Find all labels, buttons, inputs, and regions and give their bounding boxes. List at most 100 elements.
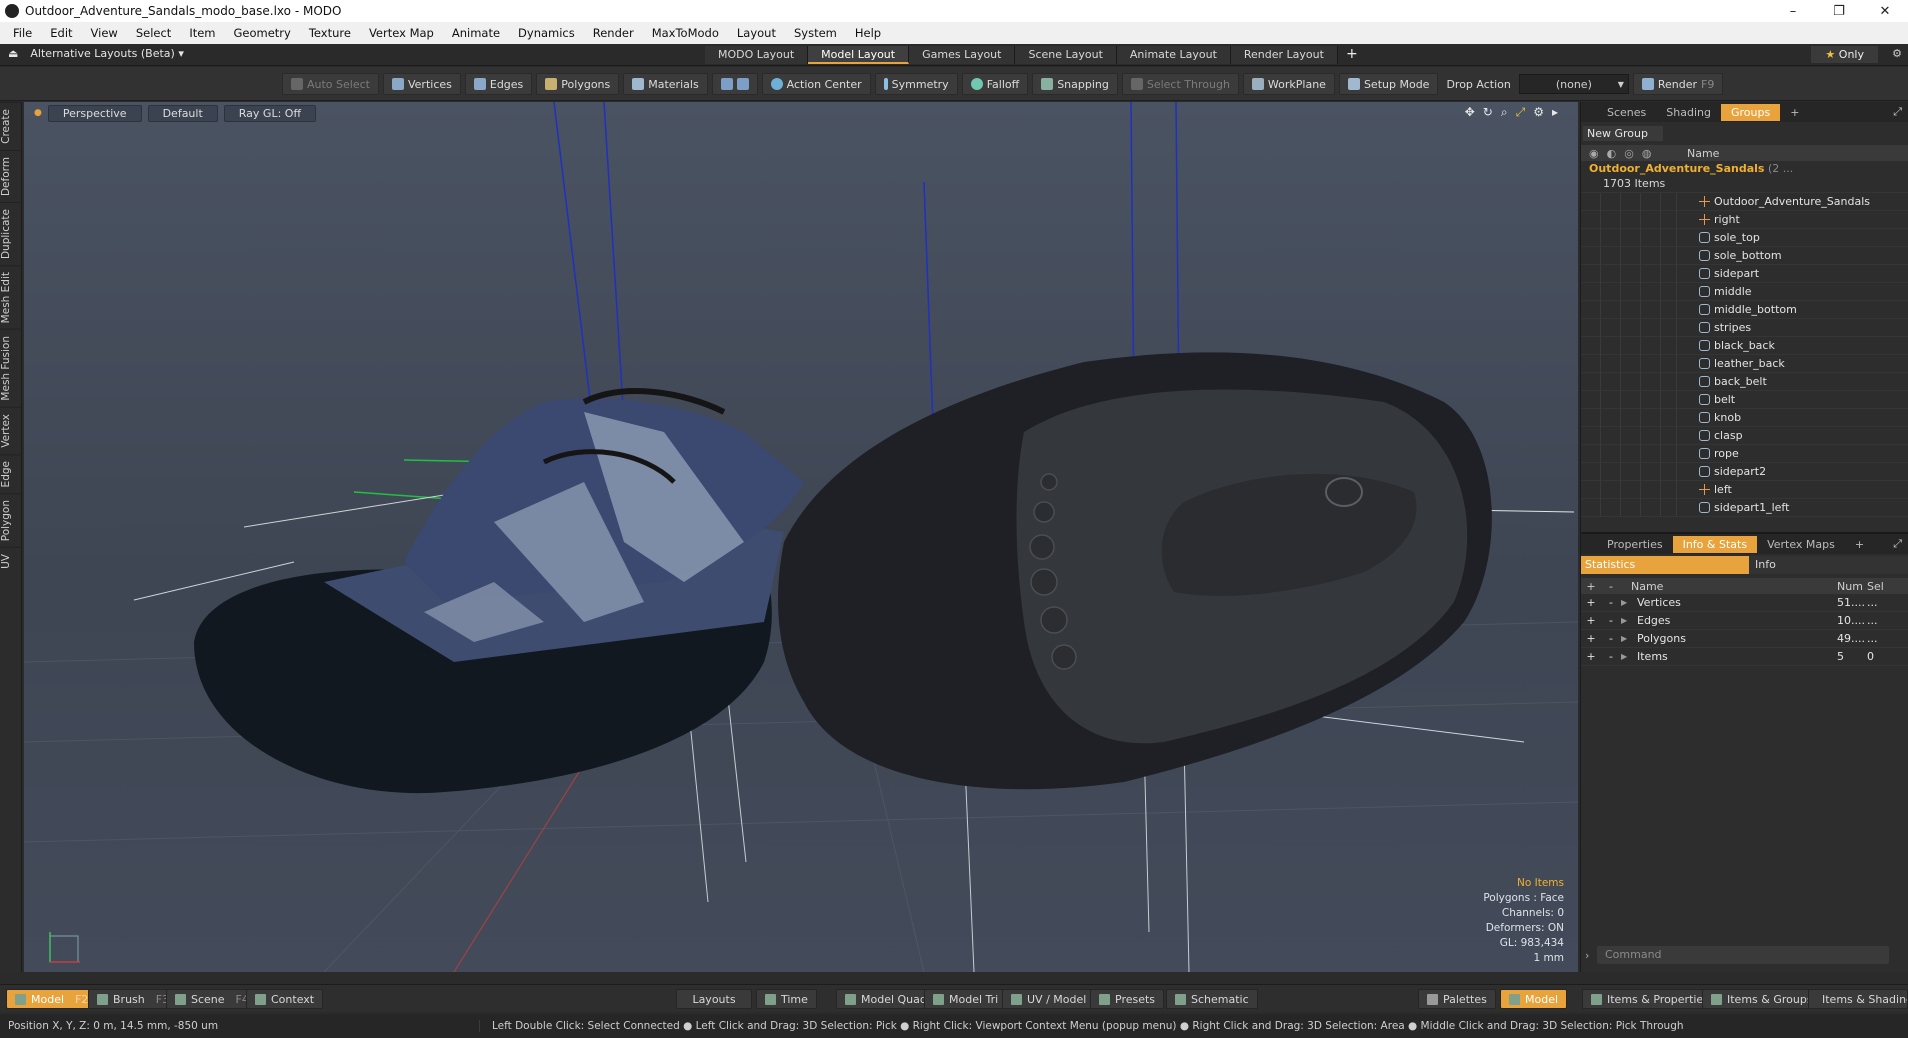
group-item-row[interactable]: stripes (1581, 318, 1908, 337)
menu-view[interactable]: View (82, 26, 127, 40)
presets-button[interactable]: Presets (1090, 989, 1165, 1009)
edges-button[interactable]: Edges (464, 73, 533, 95)
zoom-view-icon[interactable]: ⌕ (1501, 105, 1508, 120)
fit-view-icon[interactable]: ⤢ (1516, 105, 1526, 120)
menu-dynamics[interactable]: Dynamics (509, 26, 584, 40)
group-item-row[interactable]: Outdoor_Adventure_Sandals (1581, 192, 1908, 211)
menu-item[interactable]: Item (180, 26, 224, 40)
tab-shading[interactable]: Shading (1656, 104, 1721, 121)
model-mode-button[interactable]: Model F2 (6, 989, 98, 1009)
new-group-button[interactable]: New Group (1583, 126, 1663, 141)
schematic-button[interactable]: Schematic (1166, 989, 1258, 1009)
items-properties-button[interactable]: Items & Properties (1582, 989, 1718, 1009)
tab-vertex[interactable]: Vertex (0, 406, 22, 454)
tab-scene-layout[interactable]: Scene Layout (1015, 46, 1117, 64)
model-layout-button[interactable]: Model (1500, 989, 1568, 1009)
scene-mode-button[interactable]: Scene F4 (166, 989, 258, 1009)
expand-props-icon[interactable]: ⤢ (1893, 537, 1908, 551)
tab-properties[interactable]: Properties (1597, 536, 1673, 553)
stats-row[interactable]: + - ▶ Polygons 49....... (1581, 630, 1908, 648)
menu-layout[interactable]: Layout (728, 26, 785, 40)
group-item-row[interactable]: middle_bottom (1581, 300, 1908, 319)
group-item-row[interactable]: sole_top (1581, 228, 1908, 247)
context-button[interactable]: Context (246, 989, 324, 1009)
group-item-row[interactable]: sole_bottom (1581, 246, 1908, 265)
tab-duplicate[interactable]: Duplicate (0, 201, 22, 265)
add-layout-button[interactable]: + (1338, 46, 1366, 64)
group-item-row[interactable]: leather_back (1581, 354, 1908, 373)
model-quad-button[interactable]: Model Quad (836, 989, 936, 1009)
expand-row-icon[interactable]: + (1581, 596, 1601, 609)
lock-icon[interactable]: ◐ (1607, 147, 1617, 160)
expand-panel-icon[interactable]: ⤢ (1893, 105, 1908, 119)
tab-deform[interactable]: Deform (0, 149, 22, 202)
model-tri-button[interactable]: Model Tri (924, 989, 1008, 1009)
add-props-tab-button[interactable]: + (1845, 536, 1874, 553)
items-groups-button[interactable]: Items & Groups (1702, 989, 1822, 1009)
tab-uv[interactable]: UV (0, 547, 22, 576)
raygl-toggle[interactable]: Ray GL: Off (223, 104, 317, 122)
collapse-row-icon[interactable]: - (1601, 614, 1621, 627)
tab-mesh-edit[interactable]: Mesh Edit (0, 264, 22, 330)
menu-edit[interactable]: Edit (41, 26, 81, 40)
stats-row[interactable]: + - ▶ Vertices 51....... (1581, 594, 1908, 612)
stats-row[interactable]: + - ▶ Edges 10....... (1581, 612, 1908, 630)
subtab-statistics[interactable]: Statistics (1581, 556, 1749, 574)
minimize-button[interactable]: – (1770, 4, 1816, 19)
tab-groups[interactable]: Groups (1720, 103, 1781, 121)
drop-action-select[interactable]: (none) ▼ (1518, 74, 1629, 94)
rotate-view-icon[interactable]: ↻ (1483, 105, 1493, 120)
layout-lock-icon[interactable]: ⏏ (8, 47, 18, 60)
menu-system[interactable]: System (785, 26, 846, 40)
items-shading-button[interactable]: Items & Shading (1808, 989, 1908, 1009)
gear-icon[interactable]: ⚙ (1892, 47, 1902, 60)
disclosure-arrow-icon[interactable]: ▶ (1621, 598, 1637, 607)
tab-create[interactable]: Create (0, 102, 22, 150)
3d-viewport[interactable]: ● Perspective Default Ray GL: Off ✥ ↻ ⌕ … (24, 102, 1578, 972)
group-item-row[interactable]: knob (1581, 408, 1908, 427)
tab-model-layout[interactable]: Model Layout (808, 46, 910, 64)
menu-vertex-map[interactable]: Vertex Map (360, 26, 443, 40)
group-item-row[interactable]: sidepart (1581, 264, 1908, 283)
add-panel-tab-button[interactable]: + (1780, 104, 1809, 121)
menu-maxtomodo[interactable]: MaxToModo (643, 26, 728, 40)
group-item-row[interactable]: back_belt (1581, 372, 1908, 391)
name-column-header[interactable]: Name (1677, 147, 1719, 160)
symmetry-button[interactable]: Symmetry (874, 73, 958, 95)
group-item-row[interactable]: right (1581, 210, 1908, 229)
group-item-row[interactable]: clasp (1581, 426, 1908, 445)
group-item-row[interactable]: black_back (1581, 336, 1908, 355)
workplane-button[interactable]: WorkPlane (1242, 73, 1335, 95)
time-button[interactable]: Time (756, 989, 817, 1009)
tab-polygon[interactable]: Polygon (0, 493, 22, 548)
group-item-row[interactable]: middle (1581, 282, 1908, 301)
tab-scenes[interactable]: Scenes (1597, 104, 1656, 121)
group-item-row[interactable]: left (1581, 480, 1908, 499)
collapse-row-icon[interactable]: - (1601, 596, 1621, 609)
menu-file[interactable]: File (4, 26, 41, 40)
menu-select[interactable]: Select (127, 26, 180, 40)
viewport-dot-icon[interactable]: ● (34, 108, 42, 118)
view-type-dropdown[interactable]: Perspective (47, 104, 142, 122)
menu-geometry[interactable]: Geometry (225, 26, 300, 40)
command-input[interactable]: Command (1597, 946, 1889, 964)
root-group-row[interactable]: Outdoor_Adventure_Sandals (2 ... 1703 It… (1581, 161, 1908, 193)
auto-select-button[interactable]: Auto Select (282, 73, 379, 95)
collapse-row-icon[interactable]: - (1601, 650, 1621, 663)
tab-animate-layout[interactable]: Animate Layout (1116, 46, 1231, 64)
menu-animate[interactable]: Animate (443, 26, 509, 40)
tab-modo-layout[interactable]: MODO Layout (705, 46, 809, 64)
render-button[interactable]: Render F9 (1632, 73, 1724, 95)
polygons-button[interactable]: Polygons (536, 73, 620, 95)
tab-info-stats[interactable]: Info & Stats (1672, 535, 1758, 553)
action-center-button[interactable]: Action Center (761, 73, 871, 95)
expand-row-icon[interactable]: + (1581, 632, 1601, 645)
collapse-row-icon[interactable]: - (1601, 632, 1621, 645)
vertices-button[interactable]: Vertices (382, 73, 461, 95)
expand-all-icon[interactable]: + (1581, 580, 1601, 593)
group-item-row[interactable]: sidepart2 (1581, 462, 1908, 481)
subtab-info[interactable]: Info (1749, 556, 1908, 574)
palettes-button[interactable]: Palettes (1418, 989, 1496, 1009)
tab-games-layout[interactable]: Games Layout (909, 46, 1016, 64)
expand-row-icon[interactable]: + (1581, 614, 1601, 627)
